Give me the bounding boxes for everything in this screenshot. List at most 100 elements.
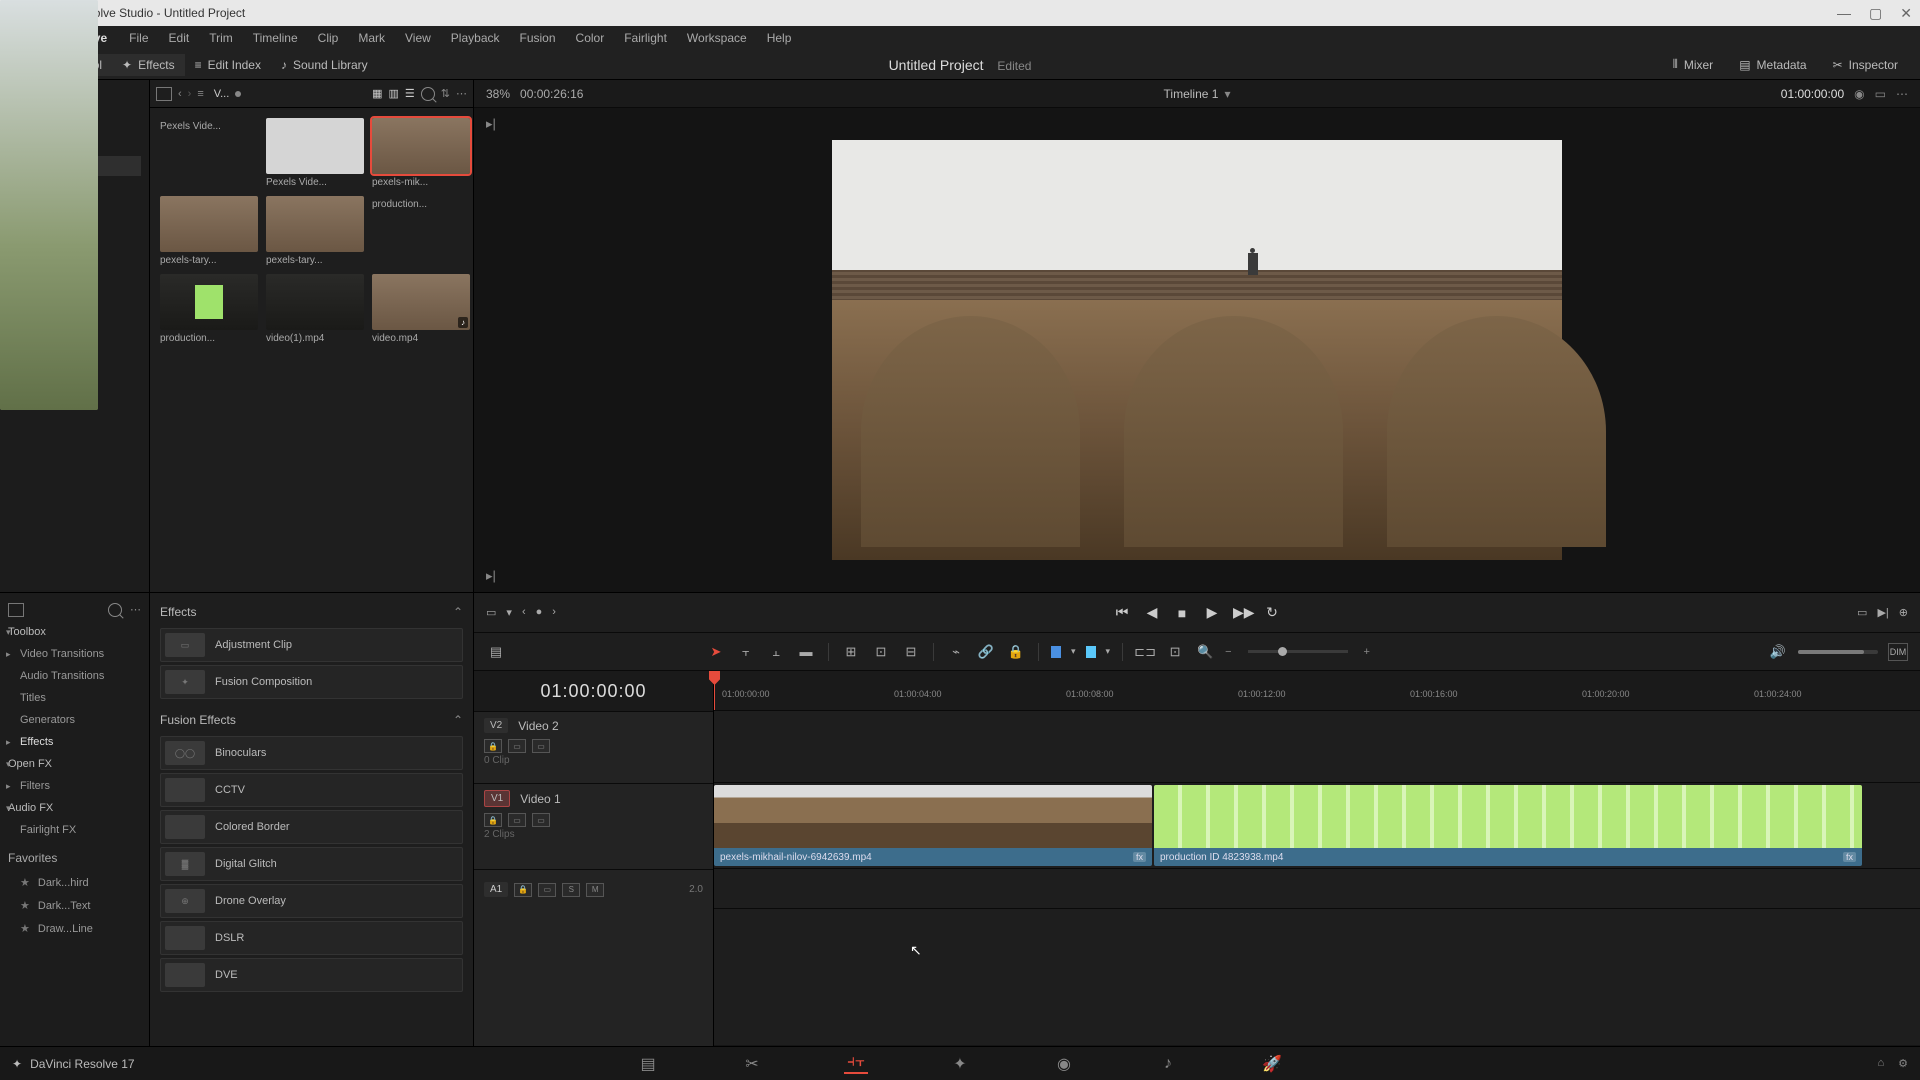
overwrite-clip-icon[interactable]: ⊡ — [871, 643, 891, 661]
fx-openfx[interactable]: ▾Open FX — [0, 753, 149, 775]
track-v1[interactable]: pexels-mikhail-nilov-6942639.mp4fx produ… — [714, 783, 1920, 869]
nav-fwd-icon[interactable]: › — [188, 88, 192, 100]
media-page-button[interactable]: ▤ — [636, 1054, 660, 1074]
flag-dd-icon[interactable]: ▾ — [1071, 646, 1076, 657]
solo-track-button[interactable]: S — [562, 883, 580, 897]
step-fwd-button[interactable]: ▶▶ — [1233, 604, 1251, 621]
menu-color[interactable]: Color — [570, 29, 611, 47]
home-button[interactable]: ⌂ — [1877, 1057, 1884, 1070]
cut-page-button[interactable]: ✂ — [740, 1054, 764, 1074]
fx-more-icon[interactable]: ⋯ — [130, 603, 141, 617]
next-icon[interactable]: › — [552, 606, 556, 619]
dim-icon[interactable]: DIM — [1888, 643, 1908, 661]
marker-color[interactable] — [1086, 646, 1096, 658]
insert-clip-icon[interactable]: ⊞ — [841, 643, 861, 661]
fx-toolbox[interactable]: ▾Toolbox — [0, 621, 149, 643]
menu-trim[interactable]: Trim — [203, 29, 239, 47]
view-strip-icon[interactable]: ▥ — [389, 87, 399, 100]
overwrite-icon[interactable]: ▭ — [1857, 606, 1867, 619]
mute-track-button[interactable]: M — [586, 883, 604, 897]
effect-binoculars[interactable]: ◯◯Binoculars — [160, 736, 463, 770]
playhead[interactable] — [714, 671, 715, 710]
fav-item[interactable]: ★Dark...Text — [0, 894, 149, 917]
timeline-dropdown-icon[interactable]: ▾ — [1224, 87, 1230, 101]
menu-edit[interactable]: Edit — [163, 29, 196, 47]
timeline-clip[interactable]: production ID 4823938.mp4fx — [1154, 785, 1862, 866]
flag-blue[interactable] — [1051, 646, 1061, 658]
nav-back-icon[interactable]: ‹ — [178, 88, 182, 100]
disable-track-icon[interactable]: ▭ — [532, 813, 550, 827]
settings-button[interactable]: ⚙ — [1898, 1057, 1908, 1070]
track-v2[interactable] — [714, 711, 1920, 783]
timeline-ruler[interactable]: 01:00:00:00 01:00:04:00 01:00:08:00 01:0… — [714, 671, 1920, 711]
deliver-page-button[interactable]: 🚀 — [1260, 1054, 1284, 1074]
track-header-v1[interactable]: V1Video 1 🔒▭▭ 2 Clips — [474, 783, 713, 869]
minimize-button[interactable]: — — [1837, 5, 1851, 22]
zoom-detail-icon[interactable]: 🔍 — [1195, 643, 1215, 661]
fx-filters[interactable]: ▸Filters — [0, 775, 149, 797]
blade-tool[interactable]: ▬ — [796, 643, 816, 661]
viewer-more-icon[interactable]: ⋯ — [1896, 87, 1908, 101]
effect-dslr[interactable]: DSLR — [160, 921, 463, 955]
track-header-v2[interactable]: V2Video 2 🔒▭▭ 0 Clip — [474, 711, 713, 783]
edit-index-toggle[interactable]: ≡Edit Index — [185, 54, 271, 76]
fx-effects[interactable]: ▸Effects — [0, 731, 149, 753]
zoom-out-button[interactable]: − — [1225, 646, 1231, 658]
menu-workspace[interactable]: Workspace — [681, 29, 753, 47]
inspector-toggle[interactable]: ✂Inspector — [1823, 53, 1908, 76]
clip-item[interactable]: Pexels Vide... — [160, 118, 258, 188]
collapse-icon[interactable]: ⌃ — [453, 713, 463, 727]
close-button[interactable]: ✕ — [1900, 5, 1912, 22]
auto-select-icon[interactable]: ▭ — [508, 813, 526, 827]
timeline-name[interactable]: Timeline 1 — [1164, 87, 1219, 101]
volume-slider[interactable] — [1798, 650, 1878, 654]
range-icon[interactable]: ⊏⊐ — [1135, 643, 1155, 661]
prev-icon[interactable]: ‹ — [522, 606, 526, 619]
menu-playback[interactable]: Playback — [445, 29, 506, 47]
effects-toggle[interactable]: ✦Effects — [112, 54, 185, 76]
zoom-in-button[interactable]: + — [1364, 646, 1370, 658]
play-button[interactable]: ▶ — [1203, 604, 1221, 621]
effect-fusion-composition[interactable]: ✦Fusion Composition — [160, 665, 463, 699]
dynamic-trim-tool[interactable]: ⫠ — [766, 643, 786, 661]
lock-icon[interactable]: 🔒 — [1006, 643, 1026, 661]
zoom-slider[interactable] — [1248, 650, 1348, 653]
menu-fairlight[interactable]: Fairlight — [618, 29, 673, 47]
menu-mark[interactable]: Mark — [352, 29, 391, 47]
menu-help[interactable]: Help — [761, 29, 798, 47]
maximize-button[interactable]: ▢ — [1869, 5, 1882, 22]
clip-item[interactable]: pexels-tary... — [160, 196, 258, 266]
mute-icon[interactable]: 🔊 — [1768, 643, 1788, 661]
zoom-full-icon[interactable]: ⊡ — [1165, 643, 1185, 661]
track-a1[interactable] — [714, 869, 1920, 909]
collapse-icon[interactable]: ⌃ — [453, 605, 463, 619]
lock-track-icon[interactable]: 🔒 — [514, 883, 532, 897]
sound-library-toggle[interactable]: ♪Sound Library — [271, 54, 378, 76]
marker-dot-icon[interactable]: ● — [536, 606, 543, 619]
clip-item[interactable]: video(1).mp4 — [266, 274, 364, 344]
fx-generators[interactable]: Generators — [0, 709, 149, 731]
sort-icon[interactable]: ⇅ — [441, 87, 450, 100]
color-page-button[interactable]: ◉ — [1052, 1054, 1076, 1074]
goto-end-icon[interactable]: ▶| — [1877, 606, 1888, 619]
fairlight-page-button[interactable]: ♪ — [1156, 1054, 1180, 1074]
effect-digital-glitch[interactable]: ▓Digital Glitch — [160, 847, 463, 881]
lock-track-icon[interactable]: 🔒 — [484, 739, 502, 753]
goto-start-button[interactable]: ⏮ — [1113, 604, 1131, 621]
fav-item[interactable]: ★Dark...hird — [0, 871, 149, 894]
link-icon[interactable]: 🔗 — [976, 643, 996, 661]
fx-panel-toggle[interactable] — [8, 603, 24, 617]
replace-clip-icon[interactable]: ⊟ — [901, 643, 921, 661]
effect-colored-border[interactable]: Colored Border — [160, 810, 463, 844]
auto-select-icon[interactable]: ▭ — [508, 739, 526, 753]
effect-cctv[interactable]: CCTV — [160, 773, 463, 807]
selection-tool[interactable]: ➤ — [706, 643, 726, 661]
timeline-clip[interactable]: pexels-mikhail-nilov-6942639.mp4fx — [714, 785, 1152, 866]
timeline-view-icon[interactable]: ▤ — [486, 643, 506, 661]
clip-item[interactable]: production... — [160, 274, 258, 344]
effect-adjustment-clip[interactable]: ▭Adjustment Clip — [160, 628, 463, 662]
match-frame-icon[interactable]: ▭ — [486, 606, 496, 619]
effect-dve[interactable]: DVE — [160, 958, 463, 992]
marker-dd-icon[interactable]: ▾ — [1106, 646, 1111, 657]
filter-icon[interactable]: ≡ — [197, 88, 203, 100]
